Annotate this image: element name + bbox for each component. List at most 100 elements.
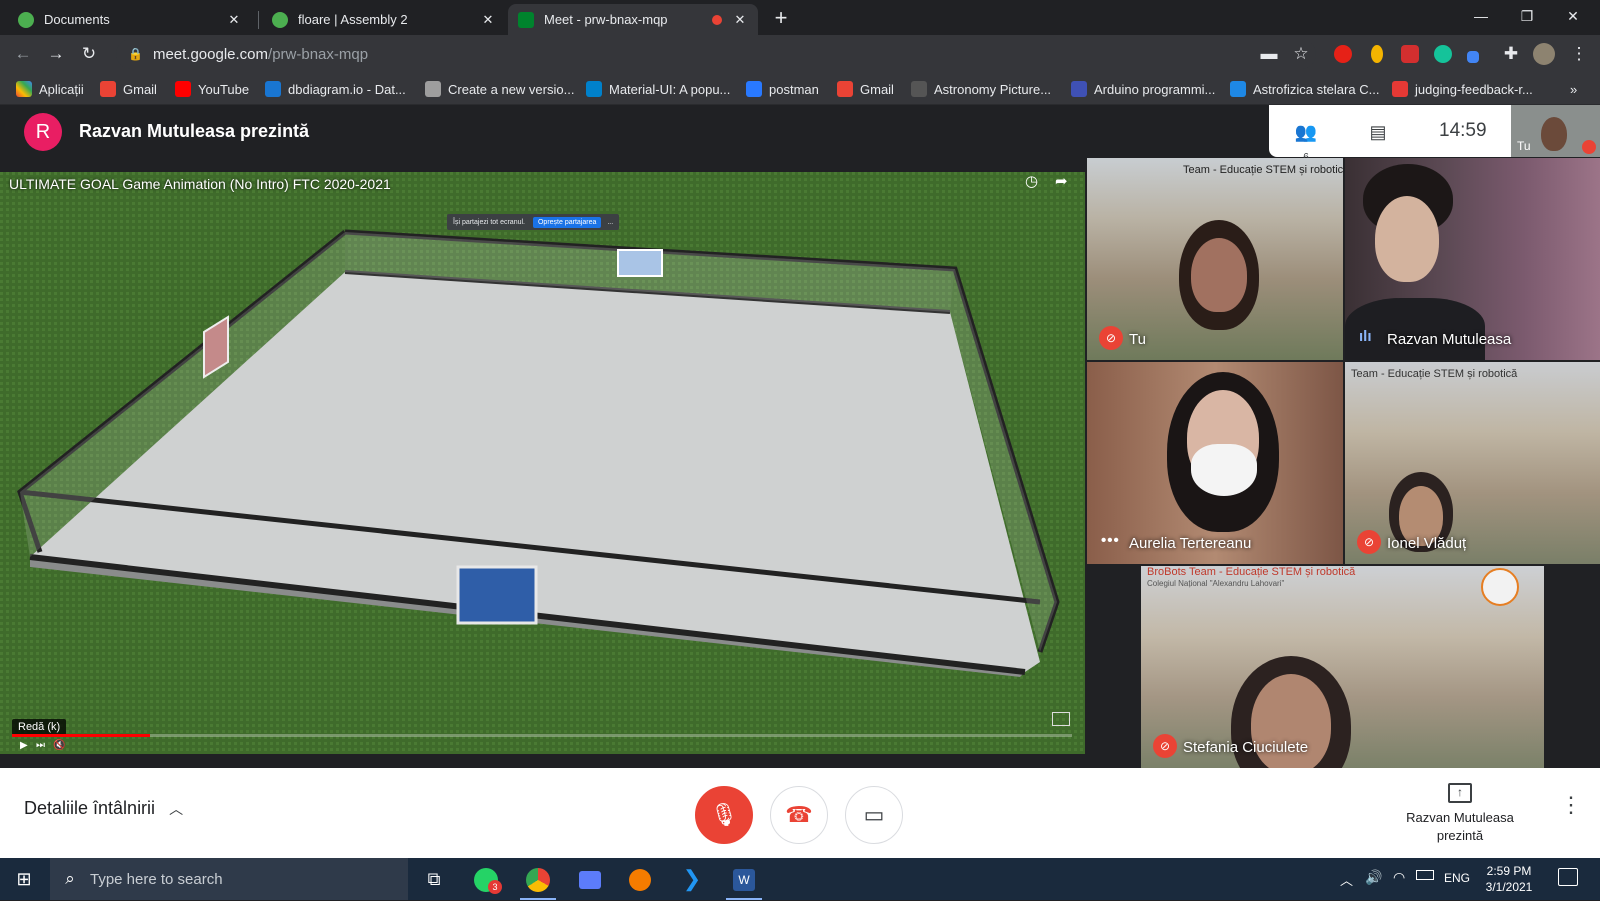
bookmark-label: YouTube <box>198 81 250 97</box>
gmail-icon <box>837 81 853 97</box>
taskbar-clock[interactable]: 2:59 PM 3/1/2021 <box>1478 863 1540 895</box>
close-tab-icon[interactable]: ✕ <box>732 12 748 28</box>
new-tab-button[interactable]: + <box>768 6 794 32</box>
bookmark-astrofizica[interactable]: Astrofizica stelara C... <box>1230 79 1379 99</box>
video-progress-fill <box>12 734 150 737</box>
arduino-icon <box>1071 81 1087 97</box>
extension-grammarly-icon[interactable] <box>1434 45 1452 63</box>
shared-screen: ULTIMATE GOAL Game Animation (No Intro) … <box>0 172 1085 754</box>
word-icon: W <box>733 869 755 892</box>
bookmark-star-icon[interactable]: ☆ <box>1288 41 1314 67</box>
participant-face <box>1191 238 1247 312</box>
extension-honey-icon[interactable] <box>1371 45 1383 63</box>
bookmark-apps[interactable]: Aplicații <box>16 79 84 99</box>
participant-tile-aurelia[interactable]: ••• Aurelia Tertereanu <box>1087 362 1343 564</box>
bookmark-gmail[interactable]: Gmail <box>100 79 157 99</box>
participant-tile-stefania[interactable]: BroBots Team - Educație STEM și robotică… <box>1141 566 1544 768</box>
restore-icon[interactable]: ❐ <box>1504 0 1550 32</box>
profile-avatar[interactable] <box>1533 43 1555 65</box>
tab-assembly[interactable]: floare | Assembly 2 ✕ <box>262 4 506 35</box>
tab-documents[interactable]: Documents ✕ <box>8 4 252 35</box>
battery-icon[interactable] <box>1416 870 1434 880</box>
tile-overlay-text: Team - Educație STEM și robotică <box>1183 164 1343 176</box>
people-icon[interactable]: 👥6 <box>1293 119 1319 163</box>
meeting-details-button[interactable]: Detaliile întâlnirii ︿ <box>24 798 183 819</box>
video-seekbar <box>12 734 1072 737</box>
task-view-icon[interactable]: ⧉ <box>410 858 458 900</box>
browser-menu-icon[interactable]: ⋮ <box>1566 41 1592 67</box>
self-view-thumbnail[interactable]: Tu <box>1511 105 1600 157</box>
vscode-app[interactable]: ❯ <box>668 858 716 900</box>
tab-title: Documents <box>44 12 110 27</box>
extension-adblock-icon[interactable] <box>1334 45 1352 63</box>
bookmark-postman[interactable]: postman <box>746 79 819 99</box>
wifi-icon[interactable]: ◠ <box>1393 869 1405 886</box>
bookmark-material-ui[interactable]: Material-UI: A popu... <box>586 79 730 99</box>
start-button[interactable]: ⊞ <box>0 858 48 900</box>
participant-tile-tu[interactable]: Team - Educație STEM și robotică ⊘ Tu <box>1087 158 1343 360</box>
postman-icon <box>746 81 762 97</box>
clock-time: 2:59 PM <box>1486 864 1532 878</box>
present-screen-icon[interactable]: ↑ <box>1448 783 1472 803</box>
meet-control-bar: Detaliile întâlnirii ︿ 🎙 ☎ ▭ ↑ Razvan Mu… <box>0 768 1600 858</box>
bookmark-gmail-2[interactable]: Gmail <box>837 79 894 99</box>
tile-overlay-text: BroBots Team - Educație STEM și robotică <box>1147 566 1356 578</box>
tab-meet[interactable]: Meet - prw-bnax-mqp ✕ <box>508 4 758 35</box>
meeting-clock: 14:59 <box>1439 120 1487 141</box>
leave-call-button[interactable]: ☎ <box>770 786 828 844</box>
blender-app[interactable] <box>616 858 664 900</box>
participant-name: Aurelia Tertereanu <box>1129 535 1252 552</box>
clock-date: 3/1/2021 <box>1485 880 1533 894</box>
extension-colorpick-icon[interactable] <box>1467 51 1479 63</box>
url-path: /prw-bnax-mqp <box>268 45 369 63</box>
input-language[interactable]: ENG <box>1444 871 1470 885</box>
taskbar-search-box[interactable]: ⌕ Type here to search <box>50 858 408 900</box>
hide-bar-button: ... <box>607 218 614 226</box>
close-tab-icon[interactable]: ✕ <box>226 12 242 28</box>
minimize-icon[interactable]: — <box>1458 0 1504 32</box>
tray-chevron-icon[interactable]: ︿ <box>1340 870 1353 889</box>
microphone-toggle-button[interactable]: 🎙 <box>695 786 753 844</box>
stop-sharing-button: Oprește partajarea <box>532 216 602 228</box>
tile-overlay-subtext: Colegiul Național "Alexandru Lahovari" <box>1147 579 1285 588</box>
youtube-icon <box>175 81 191 97</box>
bookmark-astronomy[interactable]: Astronomy Picture... <box>911 79 1051 99</box>
chat-icon[interactable]: ▤ <box>1365 119 1391 145</box>
notifications-icon[interactable] <box>1558 868 1578 886</box>
bookmarks-overflow-icon[interactable]: » <box>1570 79 1577 99</box>
word-app[interactable]: W <box>720 858 768 900</box>
bookmark-youtube[interactable]: YouTube <box>175 79 249 99</box>
snip-sketch-icon <box>579 871 601 890</box>
chrome-app[interactable] <box>514 858 562 900</box>
field-animation <box>0 172 1085 754</box>
snip-app[interactable] <box>566 858 614 900</box>
more-options-icon[interactable]: ⋮ <box>1560 790 1582 820</box>
url-host: meet.google.com <box>152 45 269 63</box>
participant-tile-razvan[interactable]: ılı Razvan Mutuleasa <box>1345 158 1600 360</box>
volume-icon[interactable]: 🔊 <box>1365 869 1382 886</box>
reload-icon[interactable]: ↻ <box>76 41 102 67</box>
bookmark-create-version[interactable]: Create a new versio... <box>425 79 574 99</box>
forward-icon[interactable]: → <box>43 41 69 67</box>
whatsapp-app[interactable]: 3 <box>462 858 510 900</box>
camera-permission-icon[interactable]: ▬ <box>1256 41 1282 67</box>
bookmark-dbdiagram[interactable]: dbdiagram.io - Dat... <box>265 79 406 99</box>
present-button-label[interactable]: Razvan Mutuleasa prezintă <box>1390 809 1530 845</box>
participant-tile-ionel[interactable]: Team - Educație STEM și robotică ⊘ Ionel… <box>1345 362 1600 564</box>
extension-video-icon[interactable] <box>1401 45 1419 63</box>
close-window-icon[interactable]: ✕ <box>1550 0 1596 32</box>
mic-off-icon: ⊘ <box>1153 734 1177 758</box>
extensions-puzzle-icon[interactable]: ✚ <box>1498 41 1524 67</box>
dbdiagram-icon <box>265 81 281 97</box>
bookmark-label: Arduino programmi... <box>1094 81 1216 97</box>
notification-badge: 3 <box>488 880 502 894</box>
bookmark-arduino[interactable]: Arduino programmi... <box>1071 79 1215 99</box>
meeting-info-panel: 👥6 ▤ 14:59 <box>1269 105 1511 163</box>
bookmark-judging[interactable]: judging-feedback-r... <box>1392 79 1533 99</box>
close-tab-icon[interactable]: ✕ <box>480 12 496 28</box>
apps-grid-icon <box>16 81 32 97</box>
camera-toggle-button[interactable]: ▭ <box>845 786 903 844</box>
back-icon[interactable]: ← <box>10 41 36 67</box>
address-bar[interactable]: 🔒 meet.google.com/prw-bnax-mqp <box>116 39 1316 69</box>
bookmark-label: postman <box>769 81 819 97</box>
